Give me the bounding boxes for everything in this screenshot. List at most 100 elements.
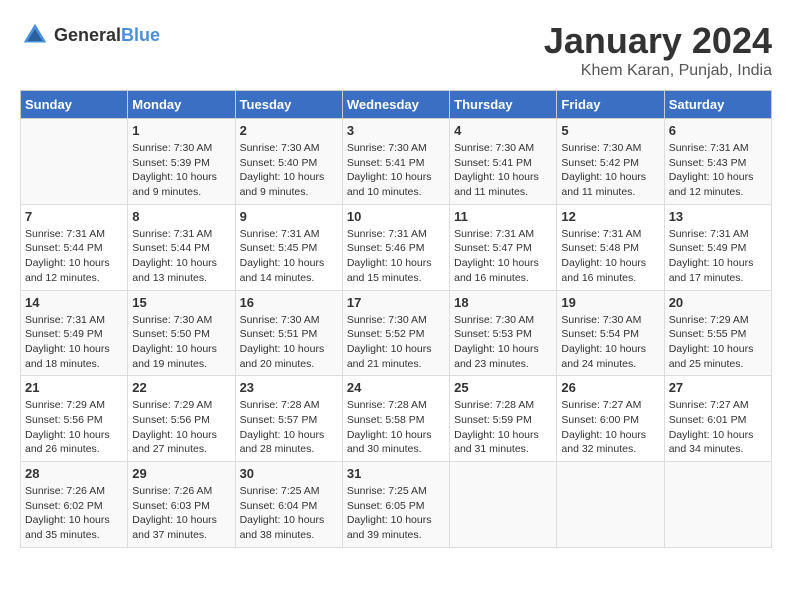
day-info: Sunrise: 7:30 AMSunset: 5:54 PMDaylight:… — [561, 313, 659, 372]
day-number: 21 — [25, 380, 123, 395]
calendar-cell: 9 Sunrise: 7:31 AMSunset: 5:45 PMDaylight… — [235, 204, 342, 290]
day-number: 16 — [240, 295, 338, 310]
calendar-week-row: 7 Sunrise: 7:31 AMSunset: 5:44 PMDaylight… — [21, 204, 772, 290]
calendar-cell: 26 Sunrise: 7:27 AMSunset: 6:00 PMDayligh… — [557, 376, 664, 462]
day-number: 27 — [669, 380, 767, 395]
day-number: 1 — [132, 123, 230, 138]
day-number: 24 — [347, 380, 445, 395]
calendar-week-row: 28Sunrise: 7:26 AMSunset: 6:02 PMDayligh… — [21, 462, 772, 548]
calendar-cell: 11Sunrise: 7:31 AMSunset: 5:47 PMDayligh… — [450, 204, 557, 290]
calendar-cell: 20 Sunrise: 7:29 AMSunset: 5:55 PMDayligh… — [664, 290, 771, 376]
day-number: 29 — [132, 466, 230, 481]
column-header-monday: Monday — [128, 91, 235, 119]
calendar-cell: 16 Sunrise: 7:30 AMSunset: 5:51 PMDayligh… — [235, 290, 342, 376]
day-info: Sunrise: 7:27 AMSunset: 6:00 PMDaylight:… — [561, 398, 659, 457]
day-info: Sunrise: 7:28 AMSunset: 5:59 PMDaylight:… — [454, 398, 552, 457]
day-number: 13 — [669, 209, 767, 224]
day-info: Sunrise: 7:28 AMSunset: 5:57 PMDaylight:… — [240, 398, 338, 457]
day-number: 8 — [132, 209, 230, 224]
day-number: 12 — [561, 209, 659, 224]
calendar-cell: 12 Sunrise: 7:31 AMSunset: 5:48 PMDayligh… — [557, 204, 664, 290]
calendar-cell: 14 Sunrise: 7:31 AMSunset: 5:49 PMDayligh… — [21, 290, 128, 376]
calendar-cell: 13 Sunrise: 7:31 AMSunset: 5:49 PMDayligh… — [664, 204, 771, 290]
calendar-cell: 15Sunrise: 7:30 AMSunset: 5:50 PMDayligh… — [128, 290, 235, 376]
day-number: 7 — [25, 209, 123, 224]
day-info: Sunrise: 7:31 AMSunset: 5:44 PMDaylight:… — [132, 227, 230, 286]
month-year-title: January 2024 — [544, 20, 772, 62]
day-info: Sunrise: 7:31 AMSunset: 5:49 PMDaylight:… — [25, 313, 123, 372]
calendar-cell: 2Sunrise: 7:30 AMSunset: 5:40 PMDaylight… — [235, 119, 342, 205]
day-number: 31 — [347, 466, 445, 481]
day-number: 26 — [561, 380, 659, 395]
day-number: 6 — [669, 123, 767, 138]
day-number: 28 — [25, 466, 123, 481]
day-number: 30 — [240, 466, 338, 481]
calendar-cell: 1 Sunrise: 7:30 AMSunset: 5:39 PMDaylight… — [128, 119, 235, 205]
calendar-week-row: 21 Sunrise: 7:29 AMSunset: 5:56 PMDayligh… — [21, 376, 772, 462]
day-info: Sunrise: 7:31 AMSunset: 5:45 PMDaylight:… — [240, 227, 338, 286]
day-info: Sunrise: 7:31 AMSunset: 5:43 PMDaylight:… — [669, 141, 767, 200]
calendar-cell — [664, 462, 771, 548]
day-number: 4 — [454, 123, 552, 138]
calendar-week-row: 14 Sunrise: 7:31 AMSunset: 5:49 PMDayligh… — [21, 290, 772, 376]
day-number: 20 — [669, 295, 767, 310]
calendar-cell: 8 Sunrise: 7:31 AMSunset: 5:44 PMDaylight… — [128, 204, 235, 290]
calendar-cell: 17Sunrise: 7:30 AMSunset: 5:52 PMDayligh… — [342, 290, 449, 376]
calendar-cell: 18 Sunrise: 7:30 AMSunset: 5:53 PMDayligh… — [450, 290, 557, 376]
calendar-cell: 5Sunrise: 7:30 AMSunset: 5:42 PMDaylight… — [557, 119, 664, 205]
day-info: Sunrise: 7:30 AMSunset: 5:50 PMDaylight:… — [132, 313, 230, 372]
logo-general: General — [54, 25, 121, 45]
day-number: 19 — [561, 295, 659, 310]
page-header: GeneralBlue January 2024 Khem Karan, Pun… — [20, 20, 772, 80]
calendar-cell: 21 Sunrise: 7:29 AMSunset: 5:56 PMDayligh… — [21, 376, 128, 462]
day-number: 10 — [347, 209, 445, 224]
calendar-cell: 30 Sunrise: 7:25 AMSunset: 6:04 PMDayligh… — [235, 462, 342, 548]
day-info: Sunrise: 7:30 AMSunset: 5:39 PMDaylight:… — [132, 141, 230, 200]
day-number: 9 — [240, 209, 338, 224]
day-info: Sunrise: 7:29 AMSunset: 5:56 PMDaylight:… — [25, 398, 123, 457]
day-info: Sunrise: 7:30 AMSunset: 5:40 PMDaylight:… — [240, 141, 338, 200]
calendar-cell — [21, 119, 128, 205]
day-number: 5 — [561, 123, 659, 138]
logo-blue: Blue — [121, 25, 160, 45]
calendar-header-row: SundayMondayTuesdayWednesdayThursdayFrid… — [21, 91, 772, 119]
column-header-friday: Friday — [557, 91, 664, 119]
calendar-cell — [450, 462, 557, 548]
calendar-cell: 24Sunrise: 7:28 AMSunset: 5:58 PMDayligh… — [342, 376, 449, 462]
day-info: Sunrise: 7:29 AMSunset: 5:55 PMDaylight:… — [669, 313, 767, 372]
day-info: Sunrise: 7:31 AMSunset: 5:48 PMDaylight:… — [561, 227, 659, 286]
day-info: Sunrise: 7:30 AMSunset: 5:53 PMDaylight:… — [454, 313, 552, 372]
column-header-saturday: Saturday — [664, 91, 771, 119]
calendar-cell: 4Sunrise: 7:30 AMSunset: 5:41 PMDaylight… — [450, 119, 557, 205]
day-info: Sunrise: 7:31 AMSunset: 5:49 PMDaylight:… — [669, 227, 767, 286]
day-number: 11 — [454, 209, 552, 224]
column-header-tuesday: Tuesday — [235, 91, 342, 119]
calendar-table: SundayMondayTuesdayWednesdayThursdayFrid… — [20, 90, 772, 548]
day-number: 23 — [240, 380, 338, 395]
day-info: Sunrise: 7:29 AMSunset: 5:56 PMDaylight:… — [132, 398, 230, 457]
calendar-cell: 19 Sunrise: 7:30 AMSunset: 5:54 PMDayligh… — [557, 290, 664, 376]
calendar-cell: 22 Sunrise: 7:29 AMSunset: 5:56 PMDayligh… — [128, 376, 235, 462]
calendar-cell: 29Sunrise: 7:26 AMSunset: 6:03 PMDayligh… — [128, 462, 235, 548]
calendar-cell: 23 Sunrise: 7:28 AMSunset: 5:57 PMDayligh… — [235, 376, 342, 462]
calendar-cell: 31 Sunrise: 7:25 AMSunset: 6:05 PMDayligh… — [342, 462, 449, 548]
day-number: 3 — [347, 123, 445, 138]
day-info: Sunrise: 7:31 AMSunset: 5:44 PMDaylight:… — [25, 227, 123, 286]
day-number: 18 — [454, 295, 552, 310]
calendar-week-row: 1 Sunrise: 7:30 AMSunset: 5:39 PMDaylight… — [21, 119, 772, 205]
day-info: Sunrise: 7:27 AMSunset: 6:01 PMDaylight:… — [669, 398, 767, 457]
column-header-wednesday: Wednesday — [342, 91, 449, 119]
calendar-cell: 27 Sunrise: 7:27 AMSunset: 6:01 PMDayligh… — [664, 376, 771, 462]
day-info: Sunrise: 7:30 AMSunset: 5:51 PMDaylight:… — [240, 313, 338, 372]
day-info: Sunrise: 7:30 AMSunset: 5:41 PMDaylight:… — [347, 141, 445, 200]
day-info: Sunrise: 7:31 AMSunset: 5:46 PMDaylight:… — [347, 227, 445, 286]
calendar-cell: 25Sunrise: 7:28 AMSunset: 5:59 PMDayligh… — [450, 376, 557, 462]
calendar-cell: 10 Sunrise: 7:31 AMSunset: 5:46 PMDayligh… — [342, 204, 449, 290]
day-number: 22 — [132, 380, 230, 395]
calendar-cell: 3 Sunrise: 7:30 AMSunset: 5:41 PMDaylight… — [342, 119, 449, 205]
column-header-sunday: Sunday — [21, 91, 128, 119]
day-number: 14 — [25, 295, 123, 310]
day-info: Sunrise: 7:25 AMSunset: 6:05 PMDaylight:… — [347, 484, 445, 543]
logo-icon — [20, 20, 50, 50]
day-info: Sunrise: 7:25 AMSunset: 6:04 PMDaylight:… — [240, 484, 338, 543]
